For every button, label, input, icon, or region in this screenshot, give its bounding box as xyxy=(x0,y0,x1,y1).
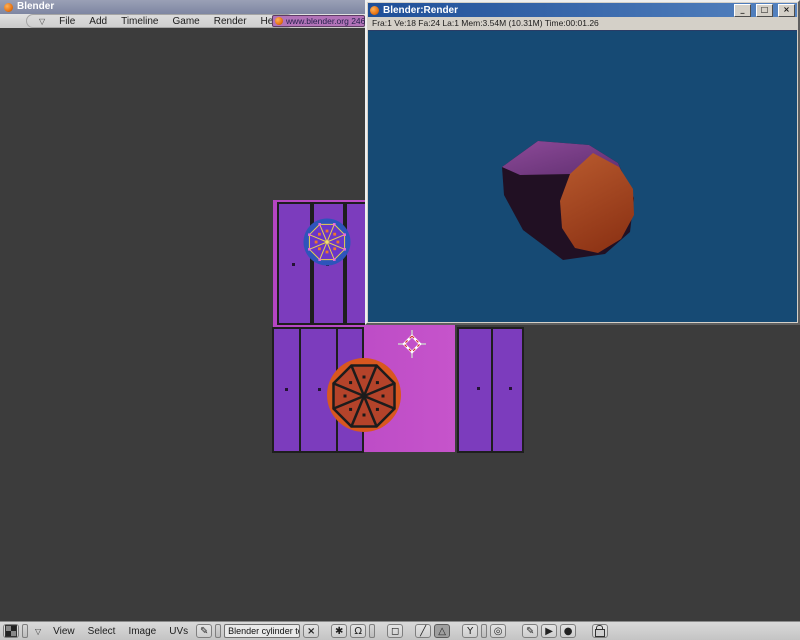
menu-file[interactable]: File xyxy=(59,16,75,27)
blender-logo-icon xyxy=(370,6,379,15)
blender-logo-icon xyxy=(4,3,13,12)
uv-editor-header: ▽ View Select Image UVs ✎ Blender cylind… xyxy=(0,621,800,640)
pencil-button[interactable]: ╱ xyxy=(415,624,431,638)
version-badge: www.blender.org 246 xyxy=(272,15,365,27)
menu-select[interactable]: Select xyxy=(88,626,116,637)
play-marker-icon: ▶ xyxy=(545,626,553,637)
marker-button[interactable]: ▶ xyxy=(541,624,557,638)
pencil-icon: ╱ xyxy=(420,626,426,637)
blender-application: Blender ▽ File Add Timeline Game Render … xyxy=(0,0,800,640)
dot-icon: ● xyxy=(564,626,573,637)
brush-icon: ✎ xyxy=(526,626,534,637)
menu-uvs[interactable]: UVs xyxy=(169,626,188,637)
uv-image-editor-icon xyxy=(5,625,17,637)
collapse-menu-icon[interactable]: ▽ xyxy=(39,17,45,26)
falloff-button[interactable]: △ xyxy=(434,624,450,638)
menu-pill: ▽ File Add Timeline Game Render Help xyxy=(26,14,294,28)
render-window-titlebar[interactable]: Blender:Render _ □ × xyxy=(368,3,797,17)
menu-timeline[interactable]: Timeline xyxy=(121,16,158,27)
menu-game[interactable]: Game xyxy=(173,16,200,27)
close-button[interactable]: × xyxy=(778,4,795,17)
menu-render[interactable]: Render xyxy=(214,16,247,27)
pivot-button[interactable]: Ω xyxy=(350,624,366,638)
snap-icon: Y xyxy=(467,626,473,637)
pack-icon: ✱ xyxy=(335,626,343,637)
dot-button[interactable]: ● xyxy=(560,624,576,638)
render-window: Blender:Render _ □ × Fra:1 Ve:18 Fa:24 L… xyxy=(365,0,800,325)
brush-button[interactable]: ✎ xyxy=(522,624,538,638)
unlink-image-button[interactable]: × xyxy=(303,624,319,638)
rendered-cylinder xyxy=(368,31,797,322)
select-mode-button[interactable]: ◻ xyxy=(387,624,403,638)
pack-image-button[interactable]: ✱ xyxy=(331,624,347,638)
image-browse-button[interactable] xyxy=(215,624,221,638)
swirl-button[interactable]: ◎ xyxy=(490,624,506,638)
snap-button[interactable]: Y xyxy=(462,624,478,638)
pivot-dropdown[interactable] xyxy=(369,624,375,638)
render-stats-bar: Fra:1 Ve:18 Fa:24 La:1 Mem:3.54M (10.31M… xyxy=(368,17,797,31)
render-result-view xyxy=(368,31,797,322)
editor-type-dropdown[interactable] xyxy=(22,624,28,638)
close-icon: × xyxy=(307,626,315,637)
menu-view[interactable]: View xyxy=(53,626,75,637)
pivot-icon: Ω xyxy=(354,626,362,637)
blender-logo-icon xyxy=(275,17,283,25)
square-icon: ◻ xyxy=(391,626,399,637)
lock-button[interactable] xyxy=(592,624,608,638)
minimize-button[interactable]: _ xyxy=(734,4,751,17)
render-window-title: Blender:Render xyxy=(383,5,729,16)
lock-icon xyxy=(595,629,605,637)
maximize-button[interactable]: □ xyxy=(756,4,773,17)
pin-icon: ✎ xyxy=(200,626,208,637)
editor-type-button[interactable] xyxy=(3,624,19,638)
uv-cap-fan-unselected[interactable] xyxy=(334,366,395,427)
image-name-field[interactable]: Blender cylinder text xyxy=(224,624,300,638)
menu-add[interactable]: Add xyxy=(89,16,107,27)
collapse-menu-icon[interactable]: ▽ xyxy=(35,627,41,636)
snap-dropdown[interactable] xyxy=(481,624,487,638)
version-badge-label: www.blender.org 246 xyxy=(286,16,365,26)
main-window-title: Blender xyxy=(17,0,54,14)
triangle-icon: △ xyxy=(438,626,446,637)
image-pin-button[interactable]: ✎ xyxy=(196,624,212,638)
swirl-icon: ◎ xyxy=(494,626,503,637)
menu-image[interactable]: Image xyxy=(128,626,156,637)
